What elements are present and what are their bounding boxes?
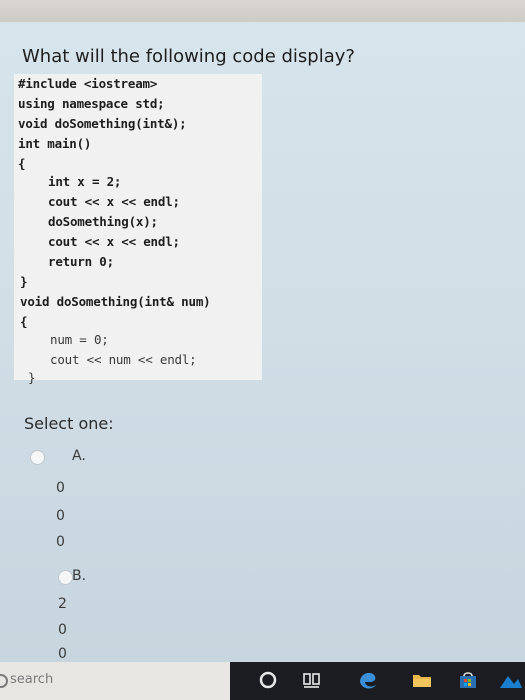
code-line: } <box>28 370 36 385</box>
task-view-icon[interactable] <box>300 668 324 692</box>
option-b-value: 0 <box>58 646 67 662</box>
store-icon[interactable] <box>456 668 480 692</box>
file-explorer-icon[interactable] <box>410 668 434 692</box>
code-line: { <box>18 156 26 171</box>
code-line: { <box>20 314 28 329</box>
cortana-circle-icon[interactable] <box>256 668 280 692</box>
option-b-letter: B. <box>72 568 87 584</box>
search-icon <box>0 674 8 688</box>
taskbar: search <box>0 662 525 700</box>
code-line: } <box>20 274 28 289</box>
option-a-letter: A. <box>72 448 86 464</box>
select-one-label: Select one: <box>24 414 114 433</box>
code-line: int x = 2; <box>48 174 122 189</box>
code-line: cout << x << endl; <box>48 234 180 249</box>
photos-icon[interactable] <box>498 668 522 692</box>
code-line: void doSomething(int& num) <box>20 294 211 309</box>
code-line: int main() <box>18 136 92 151</box>
quiz-page: What will the following code display? #i… <box>0 22 525 662</box>
edge-browser-icon[interactable] <box>356 668 380 692</box>
option-b-value: 0 <box>58 622 67 638</box>
code-block: #include <iostream> using namespace std;… <box>14 74 262 385</box>
code-line: using namespace std; <box>18 96 165 111</box>
code-line: void doSomething(int&); <box>18 116 187 131</box>
code-line: num = 0; <box>50 332 109 347</box>
code-line: return 0; <box>48 254 114 269</box>
option-a-value: 0 <box>56 534 65 550</box>
question-text: What will the following code display? <box>22 46 355 67</box>
code-line: cout << num << endl; <box>50 352 197 367</box>
code-line: cout << x << endl; <box>48 194 180 209</box>
top-bezel <box>0 0 525 22</box>
code-line: doSomething(x); <box>48 214 158 229</box>
option-b-radio[interactable] <box>58 570 73 585</box>
option-a-value: 0 <box>56 480 65 496</box>
option-a-radio[interactable] <box>30 450 45 465</box>
taskbar-search-box[interactable]: search <box>0 662 230 700</box>
search-placeholder: search <box>10 672 54 687</box>
option-a-value: 0 <box>56 508 65 524</box>
option-b-value: 2 <box>58 596 67 612</box>
code-line: #include <iostream> <box>18 76 158 91</box>
